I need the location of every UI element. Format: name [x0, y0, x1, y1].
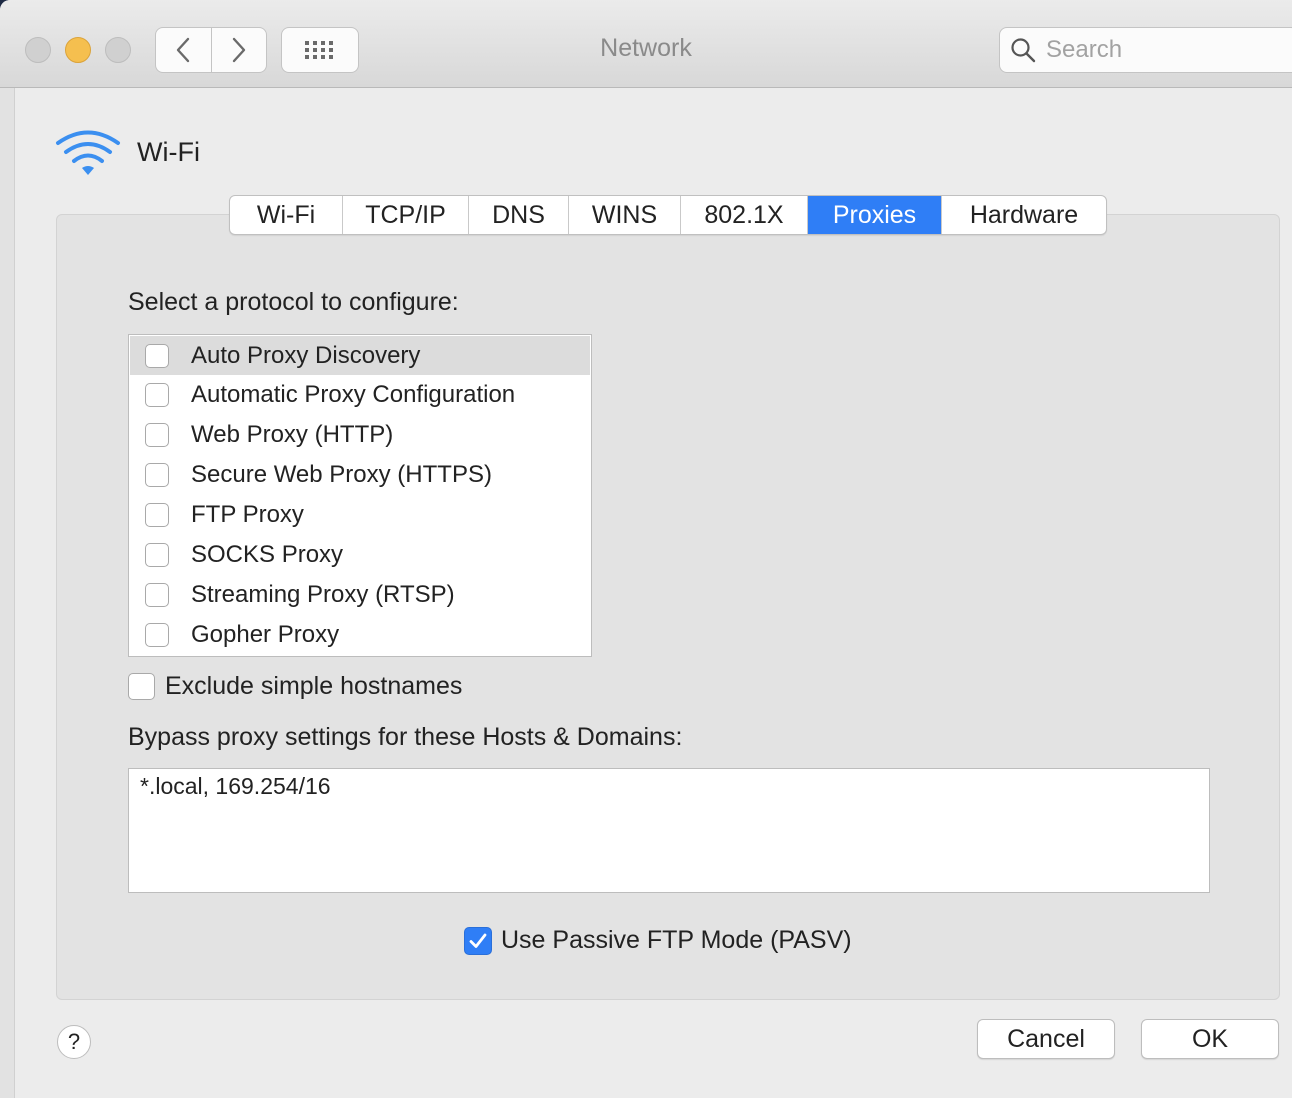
- back-button[interactable]: [156, 28, 211, 72]
- nav-buttons: [155, 27, 267, 73]
- checkmark-icon: [469, 933, 487, 948]
- protocol-row-gopher-proxy[interactable]: Gopher Proxy: [130, 615, 590, 654]
- protocol-row-secure-web-proxy[interactable]: Secure Web Proxy (HTTPS): [130, 455, 590, 494]
- protocol-label: Streaming Proxy (RTSP): [191, 580, 455, 608]
- protocol-row-streaming-proxy[interactable]: Streaming Proxy (RTSP): [130, 575, 590, 614]
- protocol-list: Auto Proxy Discovery Automatic Proxy Con…: [128, 334, 592, 657]
- passive-ftp-checkbox[interactable]: [464, 926, 492, 955]
- forward-button[interactable]: [210, 28, 267, 72]
- grid-icon: [305, 41, 333, 59]
- protocol-checkbox[interactable]: [145, 542, 169, 567]
- tab-wifi[interactable]: Wi-Fi: [230, 196, 343, 234]
- search-input[interactable]: [1044, 35, 1274, 65]
- tab-hardware[interactable]: Hardware: [942, 196, 1106, 234]
- protocol-row-socks-proxy[interactable]: SOCKS Proxy: [130, 535, 590, 574]
- protocol-label: Web Proxy (HTTP): [191, 420, 394, 448]
- show-all-button[interactable]: [281, 27, 359, 73]
- protocol-row-auto-proxy-discovery[interactable]: Auto Proxy Discovery: [130, 336, 590, 375]
- window-edge: [0, 88, 15, 1098]
- protocol-checkbox[interactable]: [145, 582, 169, 607]
- help-button[interactable]: ?: [57, 1025, 91, 1059]
- title-bar: Network: [0, 0, 1292, 88]
- protocol-row-ftp-proxy[interactable]: FTP Proxy: [130, 495, 590, 534]
- protocol-checkbox[interactable]: [145, 462, 169, 487]
- protocol-row-web-proxy[interactable]: Web Proxy (HTTP): [130, 415, 590, 454]
- protocol-label: Secure Web Proxy (HTTPS): [191, 460, 492, 488]
- tab-dns[interactable]: DNS: [469, 196, 569, 234]
- protocol-label: Automatic Proxy Configuration: [191, 380, 516, 408]
- protocol-label: SOCKS Proxy: [191, 540, 344, 568]
- cancel-button[interactable]: Cancel: [977, 1019, 1115, 1059]
- tab-tcpip[interactable]: TCP/IP: [343, 196, 469, 234]
- service-name: Wi-Fi: [137, 137, 200, 167]
- select-protocol-label: Select a protocol to configure:: [128, 288, 459, 316]
- network-window: Network Wi-Fi Wi-Fi TCP/IP DNS WINS 802.…: [0, 0, 1292, 1098]
- minimize-window-button[interactable]: [65, 37, 91, 63]
- tab-bar: Wi-Fi TCP/IP DNS WINS 802.1X Proxies Har…: [229, 195, 1107, 235]
- protocol-checkbox[interactable]: [145, 502, 169, 527]
- zoom-window-button[interactable]: [105, 37, 131, 63]
- chevron-left-icon: [177, 37, 190, 63]
- protocol-label: Gopher Proxy: [191, 620, 340, 648]
- protocol-label: FTP Proxy: [191, 500, 304, 528]
- search-box[interactable]: [999, 27, 1292, 73]
- exclude-simple-hostnames-label: Exclude simple hostnames: [165, 672, 463, 700]
- protocol-row-automatic-proxy-configuration[interactable]: Automatic Proxy Configuration: [130, 375, 590, 414]
- chevron-right-icon: [232, 37, 245, 63]
- protocol-checkbox[interactable]: [145, 422, 169, 447]
- protocol-checkbox[interactable]: [145, 622, 169, 647]
- bypass-hosts-field[interactable]: *.local, 169.254/16: [128, 768, 1210, 893]
- protocol-checkbox[interactable]: [145, 343, 169, 368]
- tab-8021x[interactable]: 802.1X: [681, 196, 808, 234]
- ok-button[interactable]: OK: [1141, 1019, 1279, 1059]
- exclude-simple-hostnames-checkbox[interactable]: [128, 673, 155, 700]
- passive-ftp-label: Use Passive FTP Mode (PASV): [501, 926, 852, 954]
- protocol-label: Auto Proxy Discovery: [191, 341, 421, 369]
- close-window-button[interactable]: [25, 37, 51, 63]
- protocol-checkbox[interactable]: [145, 382, 169, 407]
- tab-wins[interactable]: WINS: [569, 196, 681, 234]
- exclude-simple-hostnames[interactable]: Exclude simple hostnames: [128, 672, 462, 701]
- passive-ftp-mode[interactable]: Use Passive FTP Mode (PASV): [464, 926, 852, 955]
- wifi-icon: [54, 128, 122, 183]
- search-icon: [1011, 38, 1036, 63]
- tab-proxies[interactable]: Proxies: [808, 196, 942, 234]
- bypass-label: Bypass proxy settings for these Hosts & …: [128, 723, 683, 751]
